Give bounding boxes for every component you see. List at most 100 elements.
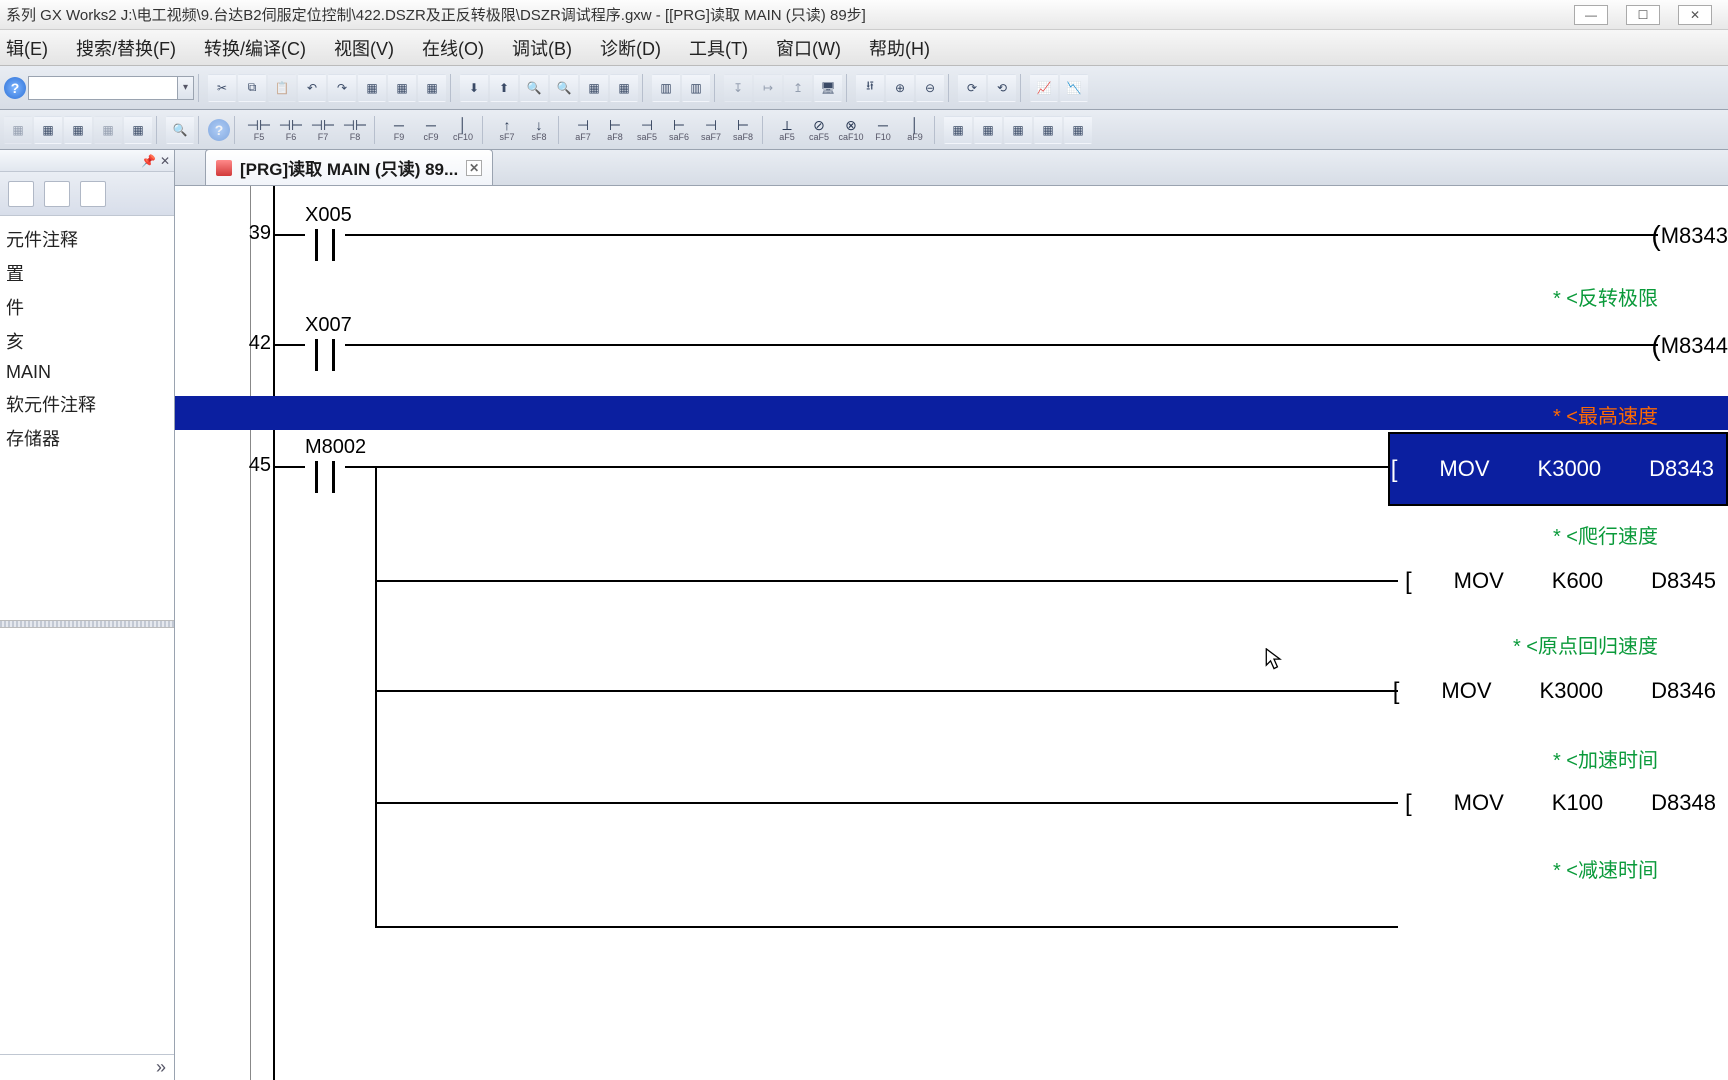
- trace-icon-1[interactable]: ⟳: [958, 74, 986, 102]
- fkey-caf5[interactable]: ⊘caF5: [804, 115, 834, 145]
- step-out-icon[interactable]: ↥: [784, 74, 812, 102]
- ladder-rung[interactable]: 45 M8002 [ MOV K3000 D8343: [175, 430, 1728, 1050]
- dev-icon-2[interactable]: ▦: [388, 74, 416, 102]
- simulate-icon[interactable]: ▦: [610, 74, 638, 102]
- tree-node[interactable]: 软元件注释: [4, 387, 170, 421]
- minimize-button[interactable]: —: [1574, 5, 1608, 25]
- step-in-icon[interactable]: ↧: [724, 74, 752, 102]
- fkey-f5[interactable]: ⊣⊢F5: [244, 115, 274, 145]
- side-btn-2[interactable]: [44, 181, 70, 207]
- ladder-rung[interactable]: 42 X007 (M8344: [175, 296, 1728, 396]
- module-icon-1[interactable]: ▥: [652, 74, 680, 102]
- menu-debug[interactable]: 调试(B): [512, 35, 572, 61]
- side-btn-1[interactable]: [8, 181, 34, 207]
- fkey-f8[interactable]: ⊣⊢F8: [340, 115, 370, 145]
- help-icon[interactable]: ?: [4, 77, 26, 99]
- tab-close-icon[interactable]: ✕: [466, 160, 482, 176]
- fkey-cf9[interactable]: ─cF9: [416, 115, 446, 145]
- fkey-f9[interactable]: ─F9: [384, 115, 414, 145]
- tb2-btn-2[interactable]: ▦: [34, 116, 62, 144]
- tb2-btn-1[interactable]: ▦: [4, 116, 32, 144]
- tree-node[interactable]: 件: [4, 290, 170, 324]
- menu-search[interactable]: 搜索/替换(F): [76, 35, 176, 61]
- menu-online[interactable]: 在线(O): [422, 35, 484, 61]
- fkey-f7[interactable]: ⊣⊢F7: [308, 115, 338, 145]
- ladder-rung[interactable]: 39 X005 (M8343 * <反转极限: [175, 186, 1728, 296]
- zoom-fit-icon[interactable]: ⭿: [856, 74, 884, 102]
- tb2-btn-4[interactable]: ▦: [94, 116, 122, 144]
- module-icon-2[interactable]: ▥: [682, 74, 710, 102]
- transfer-write-icon[interactable]: ⬇: [460, 74, 488, 102]
- dev-icon-3[interactable]: ▦: [418, 74, 446, 102]
- fkey-saf5[interactable]: ⊣saF5: [632, 115, 662, 145]
- copy-icon[interactable]: ⧉: [238, 74, 266, 102]
- coil[interactable]: (M8344: [1651, 330, 1728, 362]
- contact[interactable]: X007: [305, 314, 352, 371]
- ladder-view[interactable]: 39 X005 (M8343 * <反转极限 42 X007 (: [175, 186, 1728, 1080]
- chart-icon-1[interactable]: 📈: [1030, 74, 1058, 102]
- tree-node[interactable]: 存储器: [4, 421, 170, 455]
- chart-icon-2[interactable]: 📉: [1060, 74, 1088, 102]
- editor-tab-main[interactable]: [PRG]读取 MAIN (只读) 89... ✕: [205, 149, 493, 185]
- menu-view[interactable]: 视图(V): [334, 35, 394, 61]
- side-btn-3[interactable]: [80, 181, 106, 207]
- fkey-caf10[interactable]: ⊗caF10: [836, 115, 866, 145]
- tree-node[interactable]: 置: [4, 256, 170, 290]
- pin-icon[interactable]: 📌: [141, 154, 156, 168]
- menu-convert[interactable]: 转换/编译(C): [204, 35, 306, 61]
- tb2-extra-3[interactable]: ▦: [1004, 116, 1032, 144]
- trace-icon-2[interactable]: ⟲: [988, 74, 1016, 102]
- menu-help[interactable]: 帮助(H): [869, 35, 930, 61]
- cut-icon[interactable]: ✂: [208, 74, 236, 102]
- redo-icon[interactable]: ↷: [328, 74, 356, 102]
- menu-window[interactable]: 窗口(W): [776, 35, 841, 61]
- paste-icon[interactable]: 📋: [268, 74, 296, 102]
- verify-icon[interactable]: 🔍: [520, 74, 548, 102]
- tree-selected-bar[interactable]: [0, 628, 174, 662]
- fkey-f6[interactable]: ⊣⊢F6: [276, 115, 306, 145]
- fkey-saf6[interactable]: ⊢saF6: [664, 115, 694, 145]
- step-over-icon[interactable]: ↦: [754, 74, 782, 102]
- menu-tools[interactable]: 工具(T): [689, 35, 748, 61]
- project-tree[interactable]: 元件注释 置 件 亥 MAIN 软元件注释 存储器: [0, 216, 174, 620]
- fkey-sf8[interactable]: ↓sF8: [524, 115, 554, 145]
- ladder-selected-row[interactable]: * <最高速度: [175, 396, 1728, 430]
- menu-edit[interactable]: 辑(E): [6, 35, 48, 61]
- tb2-extra-2[interactable]: ▦: [974, 116, 1002, 144]
- transfer-read-icon[interactable]: ⬆: [490, 74, 518, 102]
- dev-icon-1[interactable]: ▦: [358, 74, 386, 102]
- side-close-icon[interactable]: ✕: [160, 154, 170, 168]
- fkey-af5[interactable]: ⟂aF5: [772, 115, 802, 145]
- undo-icon[interactable]: ↶: [298, 74, 326, 102]
- menu-diagnose[interactable]: 诊断(D): [600, 35, 661, 61]
- fkey-af7[interactable]: ⊣aF7: [568, 115, 598, 145]
- monitor-icon[interactable]: 🔍: [550, 74, 578, 102]
- zoom-out-icon[interactable]: ⊖: [916, 74, 944, 102]
- toolbar-combo[interactable]: ▾: [28, 76, 194, 100]
- fkey-f10[interactable]: ─F10: [868, 115, 898, 145]
- fkey-af9[interactable]: │aF9: [900, 115, 930, 145]
- close-window-button[interactable]: ✕: [1678, 5, 1712, 25]
- contact[interactable]: X005: [305, 204, 352, 261]
- help2-icon[interactable]: ?: [208, 119, 230, 141]
- fkey-af8[interactable]: ⊢aF8: [600, 115, 630, 145]
- contact[interactable]: M8002: [305, 436, 366, 493]
- tb2-extra-4[interactable]: ▦: [1034, 116, 1062, 144]
- fkey-saf8[interactable]: ⊢saF8: [728, 115, 758, 145]
- selected-instruction[interactable]: [ MOV K3000 D8343: [1388, 432, 1728, 506]
- tb2-extra-5[interactable]: ▦: [1064, 116, 1092, 144]
- side-splitter[interactable]: [0, 620, 174, 628]
- tb2-btn-3[interactable]: ▦: [64, 116, 92, 144]
- tb2-btn-5[interactable]: ▦: [124, 116, 152, 144]
- tree-node[interactable]: 元件注释: [4, 222, 170, 256]
- tree-node-main[interactable]: MAIN: [4, 358, 170, 387]
- maximize-button[interactable]: ☐: [1626, 5, 1660, 25]
- tb2-extra-1[interactable]: ▦: [944, 116, 972, 144]
- display-icon[interactable]: 🖥: [814, 74, 842, 102]
- zoom-in-icon[interactable]: ⊕: [886, 74, 914, 102]
- fkey-cf10[interactable]: │cF10: [448, 115, 478, 145]
- fkey-sf7[interactable]: ↑sF7: [492, 115, 522, 145]
- side-expand-icon[interactable]: »: [0, 1054, 174, 1080]
- remote-icon[interactable]: ▦: [580, 74, 608, 102]
- coil[interactable]: (M8343: [1651, 220, 1728, 252]
